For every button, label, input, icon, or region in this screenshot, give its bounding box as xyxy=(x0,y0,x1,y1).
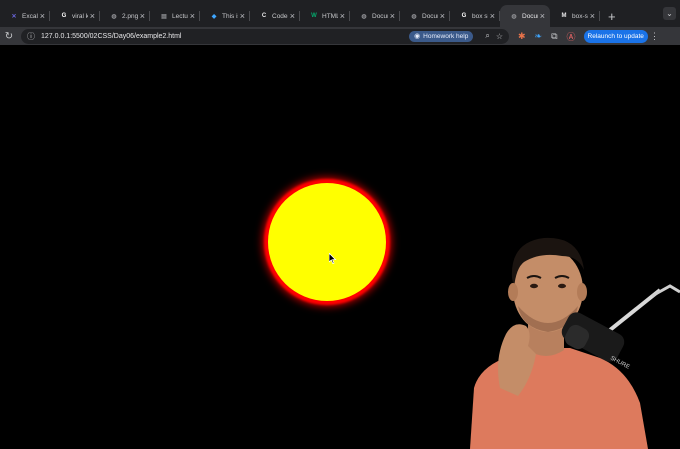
address-bar[interactable]: ⓘ 127.0.0.1:5500/02CSS/Day06/example2.ht… xyxy=(21,28,509,44)
homework-help-button[interactable]: ◉ Homework help xyxy=(409,30,474,42)
browser-tab[interactable]: ◍ Docum× xyxy=(400,5,450,27)
close-tab-icon[interactable]: × xyxy=(40,11,45,21)
tab-title: HTML xyxy=(322,12,338,20)
tab-title: box sh xyxy=(472,12,488,20)
globe-icon: ◍ xyxy=(411,13,417,20)
tab-title: Lectur xyxy=(172,12,188,20)
close-tab-icon[interactable]: × xyxy=(190,11,195,21)
w3schools-icon: W xyxy=(311,13,317,19)
tab-title: 2.png xyxy=(122,12,138,20)
tab-title: viral k xyxy=(72,12,88,20)
browser-tab[interactable]: Gbox sh× xyxy=(450,5,500,27)
zoom-icon[interactable]: ⌕ xyxy=(485,31,489,41)
close-tab-icon[interactable]: × xyxy=(290,11,295,21)
glowing-yellow-circle xyxy=(268,183,386,301)
browser-tab[interactable]: Mbox-sh× xyxy=(550,5,600,27)
browser-tab[interactable]: ◍ Docum× xyxy=(350,5,400,27)
close-tab-icon[interactable]: × xyxy=(240,11,245,21)
close-tab-icon[interactable]: × xyxy=(540,11,545,21)
tab-title: Docum xyxy=(522,12,538,20)
bookmark-star-icon[interactable]: ☆ xyxy=(496,32,503,41)
browser-menu-icon[interactable]: ⋮ xyxy=(650,31,659,42)
tab-strip: ✕Excalid×Gviral k×◍2.png×▤Lectur×◆This i… xyxy=(0,0,680,27)
browser-tab[interactable]: ▤ Lectur× xyxy=(150,5,200,27)
close-tab-icon[interactable]: × xyxy=(140,11,145,21)
browser-tab[interactable]: ◍ 2.png × xyxy=(100,5,150,27)
tab-list: ✕Excalid×Gviral k×◍2.png×▤Lectur×◆This i… xyxy=(0,5,600,27)
globe-icon: ◍ xyxy=(361,13,367,20)
tab-title: Coder xyxy=(272,12,288,20)
browser-tab[interactable]: ◍ Docum× xyxy=(500,5,550,27)
reload-icon[interactable]: ↻ xyxy=(3,31,15,42)
globe-icon: ◍ xyxy=(511,13,517,20)
tab-search-chevron-icon[interactable]: ⌄ xyxy=(663,7,676,20)
new-tab-button[interactable]: + xyxy=(600,5,624,27)
extension-icon[interactable]: ✱ xyxy=(518,31,526,42)
mouse-cursor-icon xyxy=(329,253,337,264)
mdn-icon: M xyxy=(561,13,567,19)
presenter-webcam-overlay: SHURE xyxy=(470,237,680,449)
close-tab-icon[interactable]: × xyxy=(590,11,595,21)
browser-toolbar: ↻ ⓘ 127.0.0.1:5500/02CSS/Day06/example2.… xyxy=(0,27,680,45)
tab-title: Docum xyxy=(372,12,388,20)
excalidraw-icon: ✕ xyxy=(11,13,17,20)
vscode-icon: ◆ xyxy=(211,13,217,20)
browser-tab[interactable]: Gviral k × xyxy=(50,5,100,27)
profile-avatar-icon[interactable]: Ⓐ xyxy=(567,30,576,43)
tab-title: box-sh xyxy=(572,12,588,20)
relaunch-to-update-button[interactable]: Relaunch to update xyxy=(583,29,648,43)
tab-title: This is xyxy=(222,12,238,20)
browser-tab[interactable]: ◆ This is× xyxy=(200,5,250,27)
google-icon: G xyxy=(461,13,467,19)
close-tab-icon[interactable]: × xyxy=(440,11,445,21)
close-tab-icon[interactable]: × xyxy=(390,11,395,21)
lens-icon: ◉ xyxy=(414,33,421,40)
close-tab-icon[interactable]: × xyxy=(340,11,345,21)
browser-tab[interactable]: W HTML× xyxy=(300,5,350,27)
globe-icon: ◍ xyxy=(111,13,117,20)
address-url[interactable]: 127.0.0.1:5500/02CSS/Day06/example2.html xyxy=(41,33,409,40)
extension-bird-icon[interactable]: ❧ xyxy=(535,31,543,42)
homework-help-label: Homework help xyxy=(423,32,469,40)
browser-tab[interactable]: ✕ Excalid× xyxy=(0,5,50,27)
browser-tab[interactable]: C Coder× xyxy=(250,5,300,27)
google-icon: G xyxy=(61,13,67,19)
close-tab-icon[interactable]: × xyxy=(490,11,495,21)
page-icon: ▤ xyxy=(161,13,167,20)
tab-title: Docum xyxy=(422,12,438,20)
coder-icon: C xyxy=(261,13,267,19)
extensions-puzzle-icon[interactable]: ⧉ xyxy=(551,31,557,42)
close-tab-icon[interactable]: × xyxy=(90,11,95,21)
tab-title: Excalid xyxy=(22,12,38,20)
site-info-icon[interactable]: ⓘ xyxy=(27,31,35,42)
